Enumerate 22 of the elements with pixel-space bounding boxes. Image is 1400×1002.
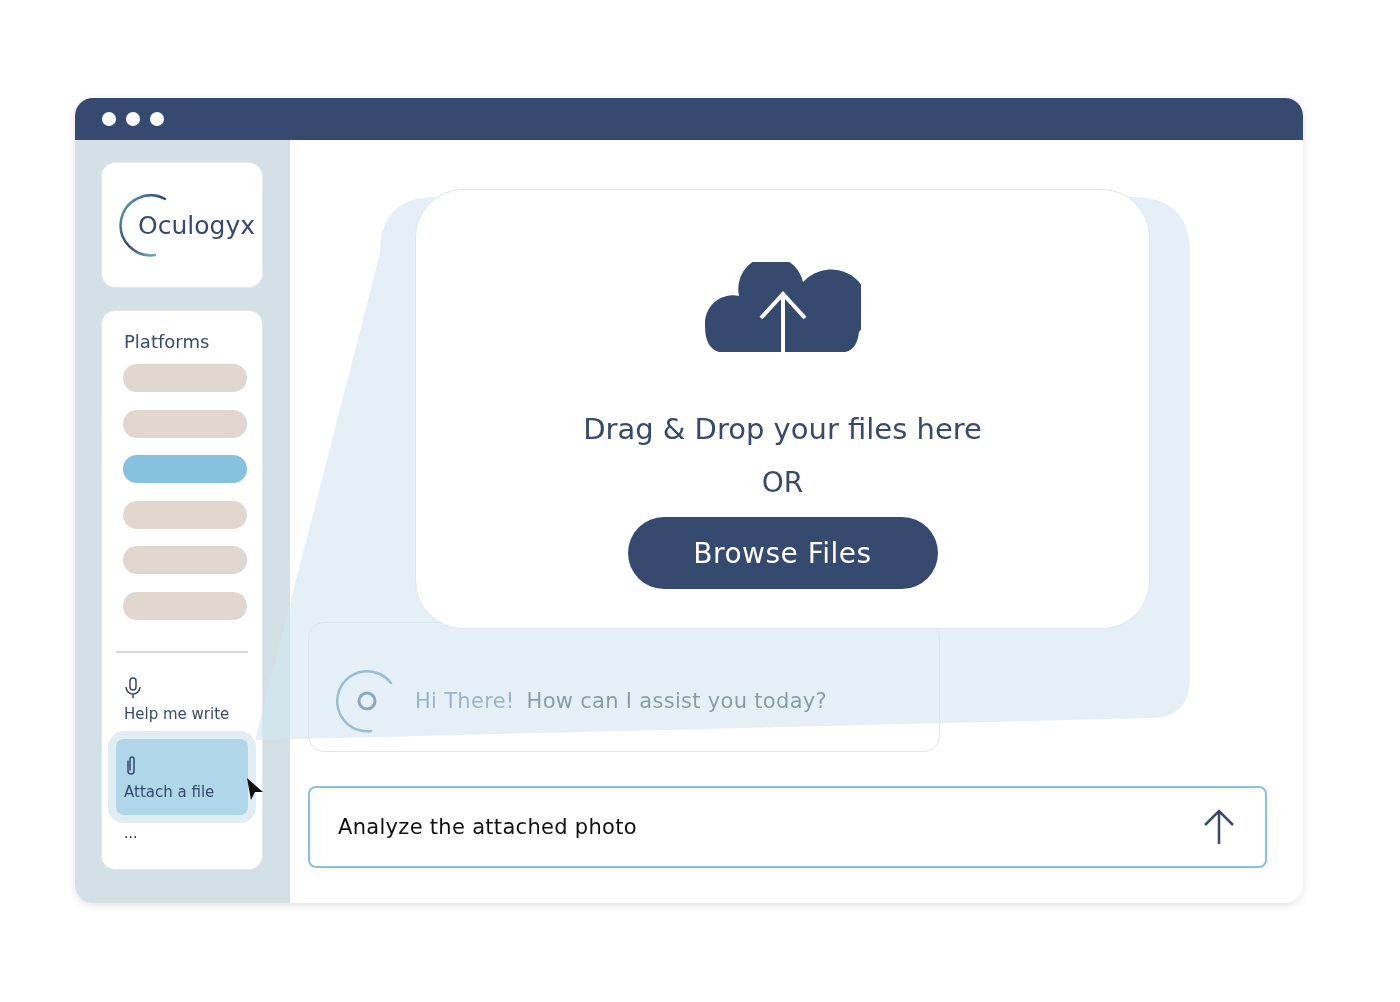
platform-item[interactable] xyxy=(123,591,247,620)
upload-title: Drag & Drop your files here xyxy=(583,412,982,446)
tool-button[interactable]: Help me write xyxy=(108,669,254,731)
platform-item[interactable] xyxy=(123,500,247,529)
platform-item[interactable] xyxy=(123,364,247,392)
microphone-icon xyxy=(124,677,142,699)
assistant-avatar-icon xyxy=(335,669,395,733)
platform-item[interactable] xyxy=(123,455,247,483)
browse-files-button[interactable]: Browse Files xyxy=(627,517,938,589)
separator-label: OR xyxy=(761,466,804,499)
send-arrow-icon[interactable] xyxy=(1203,809,1235,845)
section-title: Platforms xyxy=(124,331,210,352)
greeting-text: Hi There! xyxy=(415,689,515,713)
paperclip-icon xyxy=(124,755,138,777)
platform-item[interactable] xyxy=(123,546,247,574)
logo-text: Oculogyx xyxy=(138,210,255,240)
mouse-pointer-icon xyxy=(246,777,264,801)
more-label: ... xyxy=(124,825,138,841)
cloud-upload-icon xyxy=(704,262,861,354)
platform-item[interactable] xyxy=(123,409,247,438)
assistant-message: How can I assist you today? xyxy=(526,689,827,713)
window-controls-icon xyxy=(102,112,164,126)
